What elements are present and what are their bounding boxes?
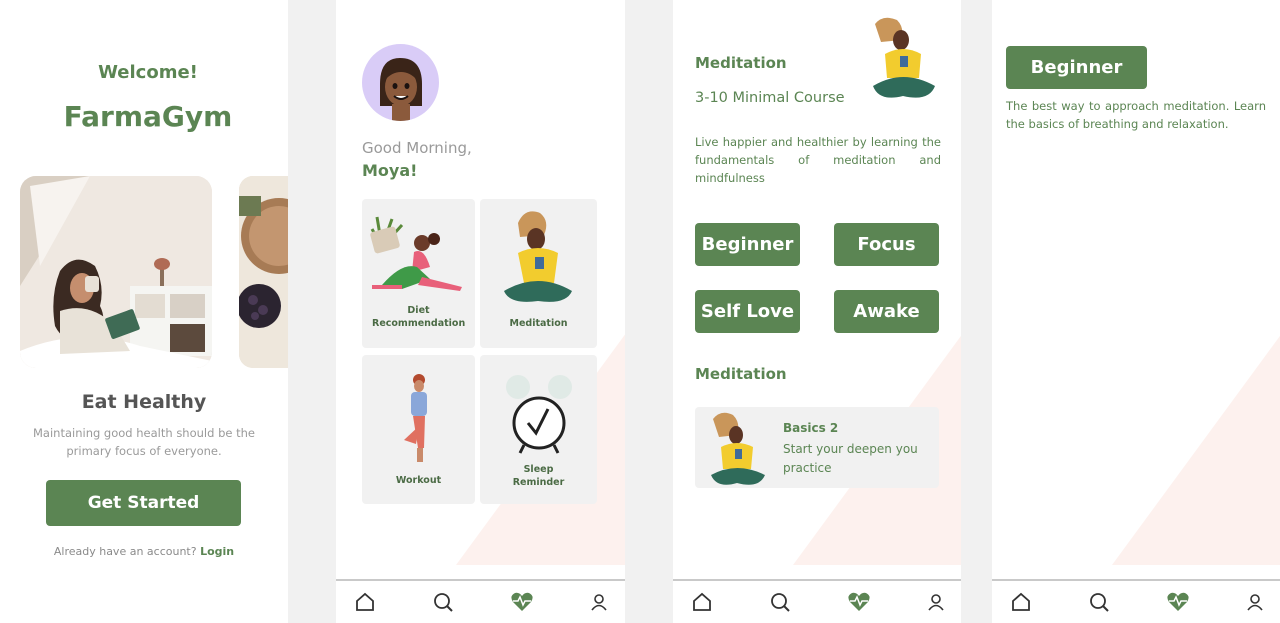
course-title: Basics 2	[783, 421, 839, 435]
card-label-workout: Workout	[395, 475, 442, 486]
greeting: Good Morning,	[362, 139, 472, 157]
beginner-description: The best way to approach meditation. Lea…	[1006, 99, 1266, 131]
search-icon	[771, 593, 790, 612]
tab-search[interactable]	[767, 589, 793, 615]
meditation-illustration	[504, 211, 572, 302]
tab-health[interactable]	[1165, 589, 1191, 615]
avatar[interactable]	[362, 44, 439, 121]
course-description: Start your deepen you practice	[783, 442, 918, 475]
heartbeat-icon	[848, 592, 870, 611]
tab-bar	[673, 579, 961, 623]
heartbeat-icon	[511, 592, 533, 611]
card-workout[interactable]: Workout	[362, 355, 475, 504]
course-illustration	[711, 412, 765, 485]
workout-illustration	[404, 374, 427, 462]
card-meditation[interactable]: Meditation	[480, 199, 597, 348]
section-title: Meditation	[695, 365, 787, 383]
card-label-sleep: Sleep Reminder	[512, 464, 565, 488]
meditation-title: Meditation	[695, 54, 787, 72]
home-icon	[356, 592, 374, 611]
welcome-title: Eat Healthy	[81, 391, 207, 413]
diet-illustration	[370, 216, 462, 291]
profile-icon	[928, 594, 944, 611]
tab-profile[interactable]	[923, 589, 949, 615]
course-card-basics-2[interactable]: Basics 2 Start your deepen you practice	[695, 407, 939, 488]
tab-search[interactable]	[1086, 589, 1112, 615]
login-link[interactable]: Login	[200, 545, 234, 558]
screen-gap	[288, 0, 336, 623]
profile-icon	[591, 594, 607, 611]
background-shape	[1112, 265, 1280, 565]
tab-home[interactable]	[352, 589, 378, 615]
tab-bar	[336, 579, 625, 623]
tab-home[interactable]	[689, 589, 715, 615]
beginner-screen: Beginner The best way to approach medita…	[992, 0, 1280, 623]
chip-self-love[interactable]: Self Love	[695, 290, 800, 333]
screen-gap	[961, 0, 992, 623]
tab-bar	[992, 579, 1280, 623]
get-started-button[interactable]: Get Started	[46, 480, 241, 526]
card-label-meditation: Meditation	[509, 318, 568, 329]
alarm-clock-icon	[506, 375, 572, 454]
meditation-screen: Meditation 3-10 Minimal Course Live happ…	[673, 0, 961, 623]
card-label-diet: Diet Recommendation	[372, 305, 466, 329]
meditation-description: Live happier and healthier by learning t…	[695, 135, 941, 185]
home-icon	[1012, 592, 1030, 611]
chip-beginner[interactable]: Beginner	[695, 223, 800, 266]
search-icon	[1090, 593, 1109, 612]
tab-search[interactable]	[430, 589, 456, 615]
beginner-button[interactable]: Beginner	[1006, 46, 1147, 89]
login-prompt: Already have an account? Login	[0, 545, 288, 558]
app-name: FarmaGym	[63, 100, 233, 133]
hero-image-next-peek	[239, 176, 288, 368]
tab-health[interactable]	[846, 589, 872, 615]
screen-gap	[625, 0, 673, 623]
tab-health[interactable]	[509, 589, 535, 615]
welcome-screen: Welcome! FarmaGym Eat Healthy Maintainin…	[0, 0, 288, 623]
meditation-subtitle: 3-10 Minimal Course	[695, 90, 845, 106]
account-prompt-text: Already have an account?	[53, 545, 197, 558]
tab-profile[interactable]	[586, 589, 612, 615]
welcome-description: Maintaining good health should be the pr…	[33, 426, 255, 458]
home-screen: Good Morning, Moya! Diet Recommendation …	[336, 0, 625, 623]
tab-profile[interactable]	[1242, 589, 1268, 615]
chip-focus[interactable]: Focus	[834, 223, 939, 266]
search-icon	[434, 593, 453, 612]
home-icon	[693, 592, 711, 611]
chip-awake[interactable]: Awake	[834, 290, 939, 333]
tab-home[interactable]	[1008, 589, 1034, 615]
meditation-illustration	[873, 17, 935, 98]
card-diet-recommendation[interactable]: Diet Recommendation	[362, 199, 475, 348]
user-name: Moya!	[362, 161, 418, 180]
profile-icon	[1247, 594, 1263, 611]
card-sleep-reminder[interactable]: Sleep Reminder	[480, 355, 597, 504]
heartbeat-icon	[1167, 592, 1189, 611]
welcome-greeting: Welcome!	[98, 62, 198, 83]
hero-image-healthy-eating	[20, 176, 212, 368]
